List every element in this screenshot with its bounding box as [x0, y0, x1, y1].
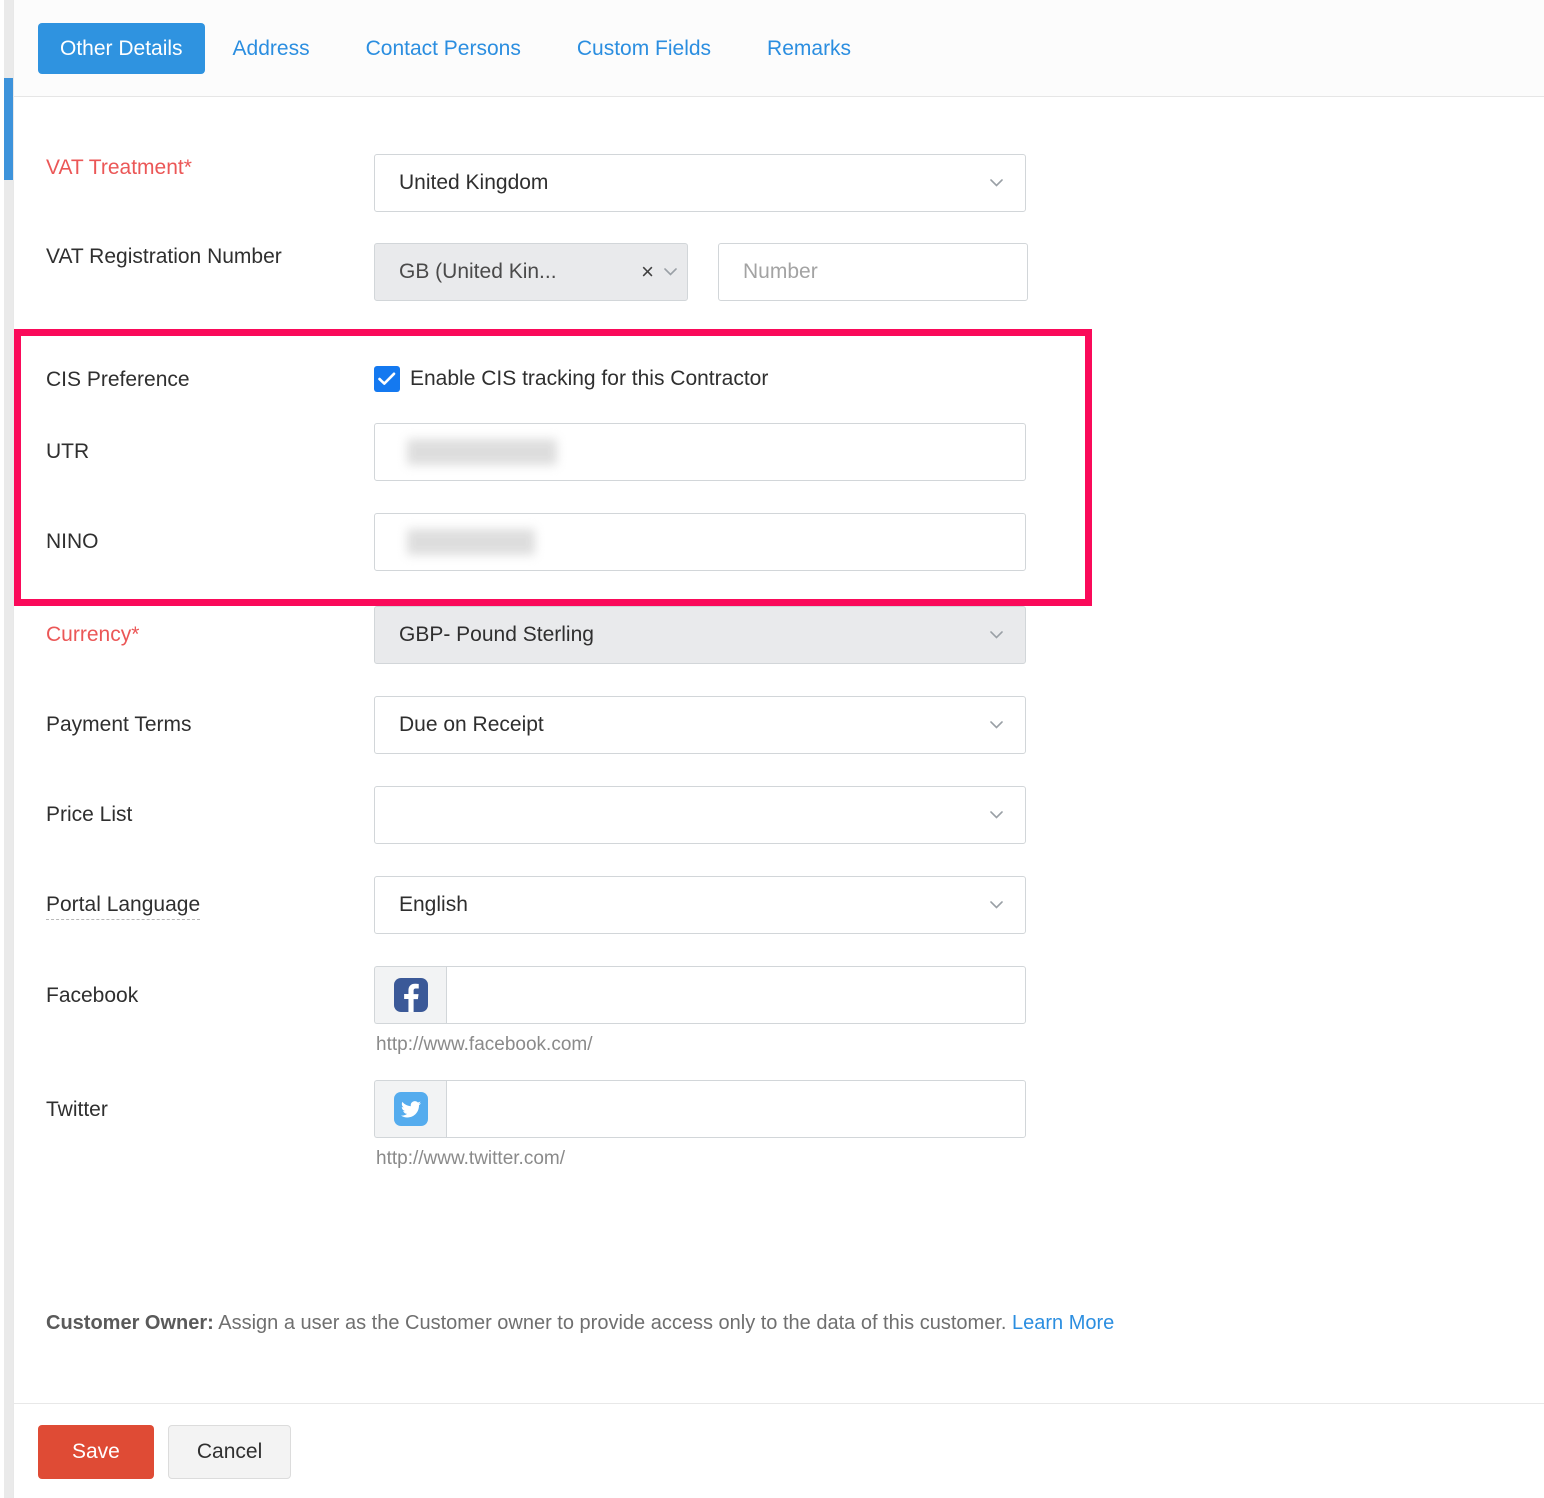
field-row-vat-treatment: VAT Treatment* United Kingdom	[14, 154, 1544, 212]
portal-language-select[interactable]: English	[374, 876, 1026, 934]
footer-divider	[14, 1403, 1544, 1404]
field-row-nino: NINO	[14, 513, 1544, 571]
field-row-twitter: Twitter http://www.twitter.com/	[14, 1080, 1544, 1170]
currency-value: GBP- Pound Sterling	[399, 623, 594, 647]
chevron-down-icon	[990, 901, 1003, 909]
form-body: VAT Treatment* United Kingdom VAT Regist…	[14, 97, 1544, 1170]
facebook-url-input[interactable]	[446, 966, 1026, 1024]
facebook-icon	[374, 966, 446, 1024]
customer-owner-note: Customer Owner: Assign a user as the Cus…	[14, 1312, 1544, 1335]
nino-input[interactable]	[374, 513, 1026, 571]
control-portal-language: English	[374, 876, 1026, 934]
twitter-input-group	[374, 1080, 1026, 1138]
control-price-list	[374, 786, 1026, 844]
chevron-down-icon	[664, 268, 677, 276]
vat-number-placeholder: Number	[743, 260, 818, 284]
tab-contact-persons[interactable]: Contact Persons	[338, 38, 549, 59]
chevron-down-icon	[990, 721, 1003, 729]
cis-highlight-block: CIS Preference Enable CIS tracking for t…	[14, 329, 1544, 571]
label-portal-language-text: Portal Language	[46, 893, 200, 920]
control-payment-terms: Due on Receipt	[374, 696, 1026, 754]
tab-other-details[interactable]: Other Details	[38, 23, 205, 74]
control-currency: GBP- Pound Sterling	[374, 606, 1026, 664]
field-row-currency: Currency* GBP- Pound Sterling	[14, 606, 1544, 664]
cis-tracking-checkbox-label[interactable]: Enable CIS tracking for this Contractor	[410, 367, 768, 391]
field-row-portal-language: Portal Language English	[14, 876, 1544, 934]
control-utr	[374, 423, 1026, 481]
price-list-select[interactable]	[374, 786, 1026, 844]
vat-treatment-select[interactable]: United Kingdom	[374, 154, 1026, 212]
facebook-hint: http://www.facebook.com/	[374, 1024, 1026, 1056]
twitter-icon	[374, 1080, 446, 1138]
label-cis-preference: CIS Preference	[14, 366, 374, 394]
label-currency: Currency*	[14, 621, 374, 649]
customer-owner-note-label: Customer Owner:	[46, 1312, 214, 1334]
check-icon	[378, 372, 396, 386]
twitter-glyph-icon	[394, 1092, 428, 1126]
label-facebook: Facebook	[14, 966, 374, 1010]
scrollbar-track[interactable]	[4, 0, 13, 1498]
facebook-input-group	[374, 966, 1026, 1024]
vat-treatment-value: United Kingdom	[399, 171, 548, 195]
control-facebook: http://www.facebook.com/	[374, 966, 1026, 1056]
clear-icon[interactable]: ×	[641, 261, 664, 283]
vat-country-chip-select[interactable]: GB (United Kin... ×	[374, 243, 688, 301]
utr-redacted-value	[407, 439, 557, 465]
payment-terms-select[interactable]: Due on Receipt	[374, 696, 1026, 754]
twitter-url-input[interactable]	[446, 1080, 1026, 1138]
field-row-cis-preference: CIS Preference Enable CIS tracking for t…	[14, 329, 1544, 394]
label-nino: NINO	[14, 528, 374, 556]
scrollbar-thumb[interactable]	[4, 78, 13, 180]
utr-input[interactable]	[374, 423, 1026, 481]
field-row-price-list: Price List	[14, 786, 1544, 844]
cis-tracking-checkbox[interactable]	[374, 366, 400, 392]
label-vat-treatment: VAT Treatment*	[14, 154, 374, 182]
tab-bar: Other Details Address Contact Persons Cu…	[14, 0, 1544, 97]
control-vat-treatment: United Kingdom	[374, 154, 1026, 212]
form-actions: Save Cancel	[14, 1425, 291, 1479]
chevron-down-icon	[990, 179, 1003, 187]
control-twitter: http://www.twitter.com/	[374, 1080, 1026, 1170]
label-vat-registration-number: VAT Registration Number	[14, 243, 374, 271]
control-nino	[374, 513, 1026, 571]
payment-terms-value: Due on Receipt	[399, 713, 544, 737]
control-cis-preference: Enable CIS tracking for this Contractor	[374, 366, 768, 392]
label-utr: UTR	[14, 438, 374, 466]
label-twitter: Twitter	[14, 1080, 374, 1124]
learn-more-link[interactable]: Learn More	[1012, 1312, 1114, 1334]
currency-select[interactable]: GBP- Pound Sterling	[374, 606, 1026, 664]
label-price-list: Price List	[14, 801, 374, 829]
field-row-utr: UTR	[14, 423, 1544, 481]
label-portal-language: Portal Language	[14, 891, 374, 919]
chevron-down-icon	[990, 811, 1003, 819]
customer-owner-note-text: Assign a user as the Customer owner to p…	[214, 1312, 1012, 1334]
twitter-hint: http://www.twitter.com/	[374, 1138, 1026, 1170]
control-vat-registration-number: GB (United Kin... × Number	[374, 243, 1028, 301]
customer-other-details-form: Other Details Address Contact Persons Cu…	[0, 0, 1544, 1498]
tab-address[interactable]: Address	[205, 38, 338, 59]
facebook-glyph-icon	[394, 978, 428, 1012]
field-row-facebook: Facebook http://www.facebook.com/	[14, 966, 1544, 1056]
nino-redacted-value	[407, 529, 535, 555]
tab-remarks[interactable]: Remarks	[739, 38, 879, 59]
save-button[interactable]: Save	[38, 1425, 154, 1479]
label-payment-terms: Payment Terms	[14, 711, 374, 739]
vat-country-chip-value: GB (United Kin...	[399, 260, 557, 284]
cancel-button[interactable]: Cancel	[168, 1425, 291, 1479]
tab-custom-fields[interactable]: Custom Fields	[549, 38, 739, 59]
chevron-down-icon	[990, 631, 1003, 639]
left-scroll-rail	[0, 0, 14, 1498]
portal-language-value: English	[399, 893, 468, 917]
vat-number-input[interactable]: Number	[718, 243, 1028, 301]
field-row-payment-terms: Payment Terms Due on Receipt	[14, 696, 1544, 754]
field-row-vat-registration-number: VAT Registration Number GB (United Kin..…	[14, 243, 1544, 301]
